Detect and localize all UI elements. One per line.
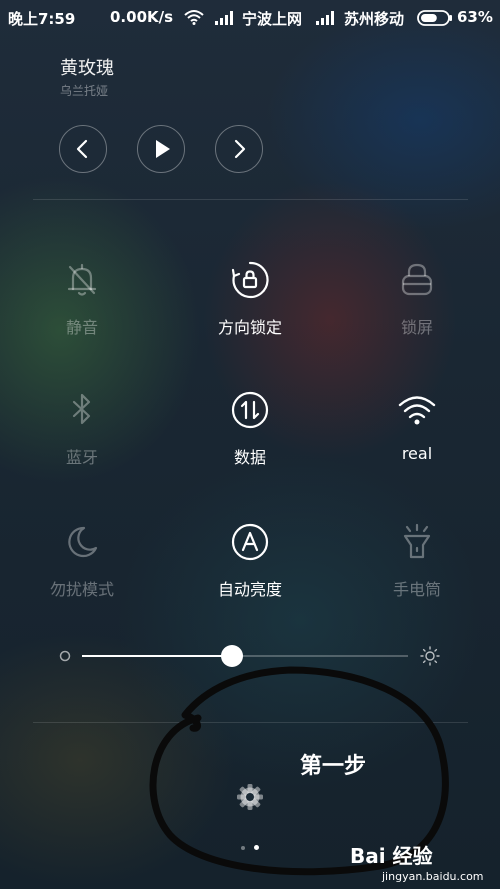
baidu-url: jingyan.baidu.com — [382, 870, 484, 883]
battery-icon — [417, 10, 452, 26]
page-dot-1 — [241, 846, 245, 850]
carrier-2: 苏州移动 — [344, 10, 405, 28]
toggle-data-label: 数据 — [233, 448, 266, 467]
signal-icon-2 — [316, 11, 334, 25]
toggle-bluetooth-label: 蓝牙 — [65, 448, 98, 467]
toggle-do-not-disturb[interactable]: 勿扰模式 — [22, 522, 142, 622]
track-artist: 乌兰托娅 — [60, 84, 109, 98]
play-icon — [156, 140, 170, 158]
next-button[interactable] — [215, 125, 263, 173]
gear-icon[interactable] — [235, 782, 265, 812]
toggle-auto-brightness-label: 自动亮度 — [217, 580, 282, 599]
divider-bottom — [33, 722, 468, 723]
auto-brightness-icon — [231, 523, 269, 561]
wifi-status-icon — [184, 10, 204, 25]
battery-percent: 63% — [457, 8, 493, 26]
toggle-lock-screen-label: 锁屏 — [400, 318, 433, 337]
toggle-rotation-lock-label: 方向锁定 — [217, 318, 282, 337]
carrier-1: 宁波上网 — [242, 10, 303, 28]
baidu-watermark: Bai 经验 jingyan.baidu.com — [350, 838, 500, 889]
baidu-logo: Bai 经验 — [350, 844, 433, 868]
toggle-lock-screen[interactable]: 锁屏 — [357, 260, 477, 360]
brightness-slider-fill — [82, 655, 232, 657]
previous-button[interactable] — [59, 125, 107, 173]
moon-icon — [68, 526, 98, 558]
play-button[interactable] — [137, 125, 185, 173]
divider-top — [33, 199, 468, 200]
rotation-lock-icon — [231, 261, 269, 299]
bell-mute-icon — [67, 263, 97, 296]
toggle-auto-brightness[interactable]: 自动亮度 — [190, 522, 310, 622]
toggle-bluetooth[interactable]: 蓝牙 — [22, 390, 142, 490]
track-title: 黄玫瑰 — [60, 58, 114, 79]
chevron-right-icon — [234, 139, 246, 159]
annotation-step-text: 第一步 — [300, 754, 367, 779]
data-icon — [231, 391, 269, 429]
toggle-mute-label: 静音 — [65, 318, 98, 337]
bluetooth-icon — [72, 393, 91, 425]
toggle-wifi[interactable]: real — [357, 390, 477, 490]
toggle-flashlight-label: 手电筒 — [392, 580, 441, 599]
network-speed: 0.00K/s — [110, 8, 174, 26]
brightness-slider-thumb[interactable] — [220, 645, 243, 667]
lock-icon — [401, 263, 433, 296]
toggle-data[interactable]: 数据 — [190, 390, 310, 490]
toggle-wifi-label: real — [401, 444, 433, 463]
flashlight-icon — [403, 523, 431, 559]
brightness-high-icon — [420, 646, 440, 666]
toggle-rotation-lock[interactable]: 方向锁定 — [190, 260, 310, 360]
status-time: 晚上7:59 — [8, 10, 76, 28]
chevron-left-icon — [76, 139, 88, 159]
brightness-low-icon — [59, 650, 71, 662]
toggle-mute[interactable]: 静音 — [22, 260, 142, 360]
toggle-do-not-disturb-label: 勿扰模式 — [49, 580, 114, 599]
signal-icon-1 — [215, 11, 233, 25]
toggle-flashlight[interactable]: 手电筒 — [357, 522, 477, 622]
brightness-slider[interactable] — [82, 645, 408, 667]
status-bar: 晚上7:59 0.00K/s 宁波上网 苏州移动 63% — [0, 0, 500, 36]
page-dot-2 — [254, 845, 259, 850]
wifi-icon — [398, 396, 436, 425]
